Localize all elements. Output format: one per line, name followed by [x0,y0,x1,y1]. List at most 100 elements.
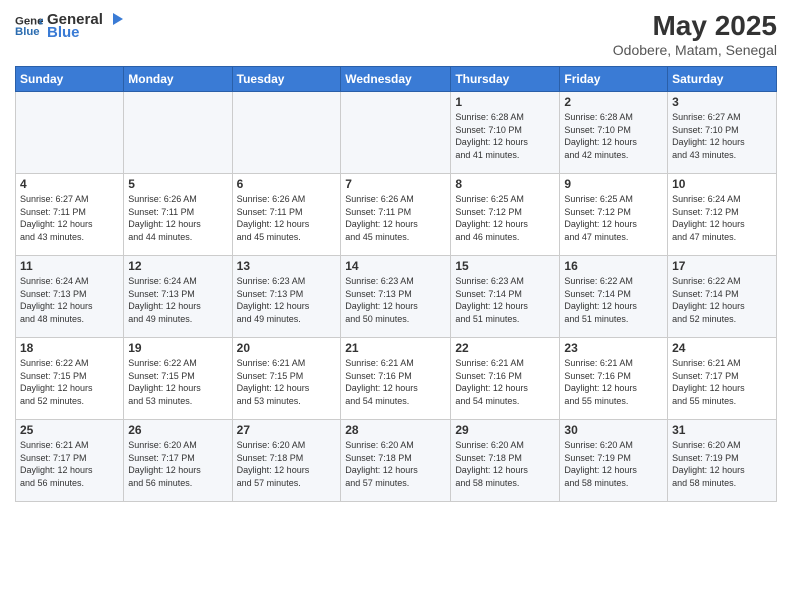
page-header: General Blue General Blue May 2025 Odobe… [15,10,777,58]
calendar-week-row: 1 Sunrise: 6:28 AM Sunset: 7:10 PM Daylig… [16,92,777,174]
day-info: Sunrise: 6:21 AM Sunset: 7:17 PM Dayligh… [20,439,119,489]
day-number: 23 [564,341,663,355]
calendar-header-row: SundayMondayTuesdayWednesdayThursdayFrid… [16,67,777,92]
calendar-cell: 24 Sunrise: 6:21 AM Sunset: 7:17 PM Dayli… [668,338,777,420]
calendar-cell: 1 Sunrise: 6:28 AM Sunset: 7:10 PM Daylig… [451,92,560,174]
calendar-cell [232,92,341,174]
logo-arrow-icon [105,10,123,28]
col-header-monday: Monday [124,67,232,92]
calendar-cell: 7 Sunrise: 6:26 AM Sunset: 7:11 PM Daylig… [341,174,451,256]
day-info: Sunrise: 6:25 AM Sunset: 7:12 PM Dayligh… [564,193,663,243]
day-number: 6 [237,177,337,191]
day-info: Sunrise: 6:24 AM Sunset: 7:12 PM Dayligh… [672,193,772,243]
day-info: Sunrise: 6:25 AM Sunset: 7:12 PM Dayligh… [455,193,555,243]
day-number: 28 [345,423,446,437]
day-number: 9 [564,177,663,191]
col-header-saturday: Saturday [668,67,777,92]
day-info: Sunrise: 6:20 AM Sunset: 7:18 PM Dayligh… [345,439,446,489]
day-info: Sunrise: 6:28 AM Sunset: 7:10 PM Dayligh… [455,111,555,161]
day-number: 21 [345,341,446,355]
calendar-week-row: 18 Sunrise: 6:22 AM Sunset: 7:15 PM Dayli… [16,338,777,420]
day-number: 18 [20,341,119,355]
day-number: 14 [345,259,446,273]
day-info: Sunrise: 6:28 AM Sunset: 7:10 PM Dayligh… [564,111,663,161]
col-header-thursday: Thursday [451,67,560,92]
day-info: Sunrise: 6:21 AM Sunset: 7:16 PM Dayligh… [345,357,446,407]
calendar-cell: 17Sunrise: 6:22 AM Sunset: 7:14 PM Dayli… [668,256,777,338]
day-info: Sunrise: 6:20 AM Sunset: 7:18 PM Dayligh… [455,439,555,489]
day-info: Sunrise: 6:24 AM Sunset: 7:13 PM Dayligh… [128,275,227,325]
day-number: 16 [564,259,663,273]
calendar-cell: 5 Sunrise: 6:26 AM Sunset: 7:11 PM Daylig… [124,174,232,256]
day-info: Sunrise: 6:23 AM Sunset: 7:14 PM Dayligh… [455,275,555,325]
day-number: 29 [455,423,555,437]
calendar-cell: 12 Sunrise: 6:24 AM Sunset: 7:13 PM Dayli… [124,256,232,338]
day-number: 8 [455,177,555,191]
day-info: Sunrise: 6:20 AM Sunset: 7:18 PM Dayligh… [237,439,337,489]
day-info: Sunrise: 6:22 AM Sunset: 7:15 PM Dayligh… [128,357,227,407]
day-info: Sunrise: 6:22 AM Sunset: 7:14 PM Dayligh… [672,275,772,325]
calendar-cell: 9 Sunrise: 6:25 AM Sunset: 7:12 PM Daylig… [560,174,668,256]
day-info: Sunrise: 6:21 AM Sunset: 7:16 PM Dayligh… [455,357,555,407]
month-title: May 2025 [613,10,777,42]
calendar-cell: 3Sunrise: 6:27 AM Sunset: 7:10 PM Daylig… [668,92,777,174]
day-number: 4 [20,177,119,191]
day-info: Sunrise: 6:24 AM Sunset: 7:13 PM Dayligh… [20,275,119,325]
day-info: Sunrise: 6:26 AM Sunset: 7:11 PM Dayligh… [128,193,227,243]
day-info: Sunrise: 6:20 AM Sunset: 7:19 PM Dayligh… [672,439,772,489]
calendar-table: SundayMondayTuesdayWednesdayThursdayFrid… [15,66,777,502]
day-info: Sunrise: 6:20 AM Sunset: 7:19 PM Dayligh… [564,439,663,489]
day-info: Sunrise: 6:21 AM Sunset: 7:17 PM Dayligh… [672,357,772,407]
day-number: 30 [564,423,663,437]
calendar-cell: 29 Sunrise: 6:20 AM Sunset: 7:18 PM Dayli… [451,420,560,502]
calendar-cell [124,92,232,174]
day-info: Sunrise: 6:27 AM Sunset: 7:10 PM Dayligh… [672,111,772,161]
calendar-cell: 30 Sunrise: 6:20 AM Sunset: 7:19 PM Dayli… [560,420,668,502]
day-number: 7 [345,177,446,191]
calendar-cell: 26 Sunrise: 6:20 AM Sunset: 7:17 PM Dayli… [124,420,232,502]
calendar-cell: 14 Sunrise: 6:23 AM Sunset: 7:13 PM Dayli… [341,256,451,338]
calendar-cell: 2Sunrise: 6:28 AM Sunset: 7:10 PM Daylig… [560,92,668,174]
calendar-cell: 6Sunrise: 6:26 AM Sunset: 7:11 PM Daylig… [232,174,341,256]
calendar-cell: 13Sunrise: 6:23 AM Sunset: 7:13 PM Dayli… [232,256,341,338]
day-info: Sunrise: 6:20 AM Sunset: 7:17 PM Dayligh… [128,439,227,489]
day-number: 11 [20,259,119,273]
calendar-cell: 19 Sunrise: 6:22 AM Sunset: 7:15 PM Dayli… [124,338,232,420]
day-info: Sunrise: 6:21 AM Sunset: 7:16 PM Dayligh… [564,357,663,407]
day-number: 19 [128,341,227,355]
calendar-cell: 22Sunrise: 6:21 AM Sunset: 7:16 PM Dayli… [451,338,560,420]
calendar-cell: 23 Sunrise: 6:21 AM Sunset: 7:16 PM Dayli… [560,338,668,420]
col-header-friday: Friday [560,67,668,92]
calendar-week-row: 11 Sunrise: 6:24 AM Sunset: 7:13 PM Dayli… [16,256,777,338]
day-number: 10 [672,177,772,191]
day-info: Sunrise: 6:21 AM Sunset: 7:15 PM Dayligh… [237,357,337,407]
col-header-sunday: Sunday [16,67,124,92]
title-block: May 2025 Odobere, Matam, Senegal [613,10,777,58]
calendar-cell: 8 Sunrise: 6:25 AM Sunset: 7:12 PM Daylig… [451,174,560,256]
calendar-cell: 21 Sunrise: 6:21 AM Sunset: 7:16 PM Dayli… [341,338,451,420]
logo: General Blue General Blue [15,10,123,41]
calendar-cell: 16Sunrise: 6:22 AM Sunset: 7:14 PM Dayli… [560,256,668,338]
day-info: Sunrise: 6:22 AM Sunset: 7:15 PM Dayligh… [20,357,119,407]
day-number: 13 [237,259,337,273]
day-number: 24 [672,341,772,355]
location: Odobere, Matam, Senegal [613,42,777,58]
day-number: 5 [128,177,227,191]
day-number: 31 [672,423,772,437]
calendar-cell: 27Sunrise: 6:20 AM Sunset: 7:18 PM Dayli… [232,420,341,502]
day-number: 26 [128,423,227,437]
calendar-week-row: 4Sunrise: 6:27 AM Sunset: 7:11 PM Daylig… [16,174,777,256]
day-number: 15 [455,259,555,273]
calendar-cell: 11 Sunrise: 6:24 AM Sunset: 7:13 PM Dayli… [16,256,124,338]
day-info: Sunrise: 6:26 AM Sunset: 7:11 PM Dayligh… [345,193,446,243]
calendar-cell: 20Sunrise: 6:21 AM Sunset: 7:15 PM Dayli… [232,338,341,420]
day-info: Sunrise: 6:23 AM Sunset: 7:13 PM Dayligh… [345,275,446,325]
calendar-cell: 28 Sunrise: 6:20 AM Sunset: 7:18 PM Dayli… [341,420,451,502]
calendar-cell: 31 Sunrise: 6:20 AM Sunset: 7:19 PM Dayli… [668,420,777,502]
calendar-week-row: 25Sunrise: 6:21 AM Sunset: 7:17 PM Dayli… [16,420,777,502]
calendar-cell [16,92,124,174]
calendar-cell: 10 Sunrise: 6:24 AM Sunset: 7:12 PM Dayli… [668,174,777,256]
calendar-cell: 15 Sunrise: 6:23 AM Sunset: 7:14 PM Dayli… [451,256,560,338]
day-number: 1 [455,95,555,109]
day-number: 12 [128,259,227,273]
